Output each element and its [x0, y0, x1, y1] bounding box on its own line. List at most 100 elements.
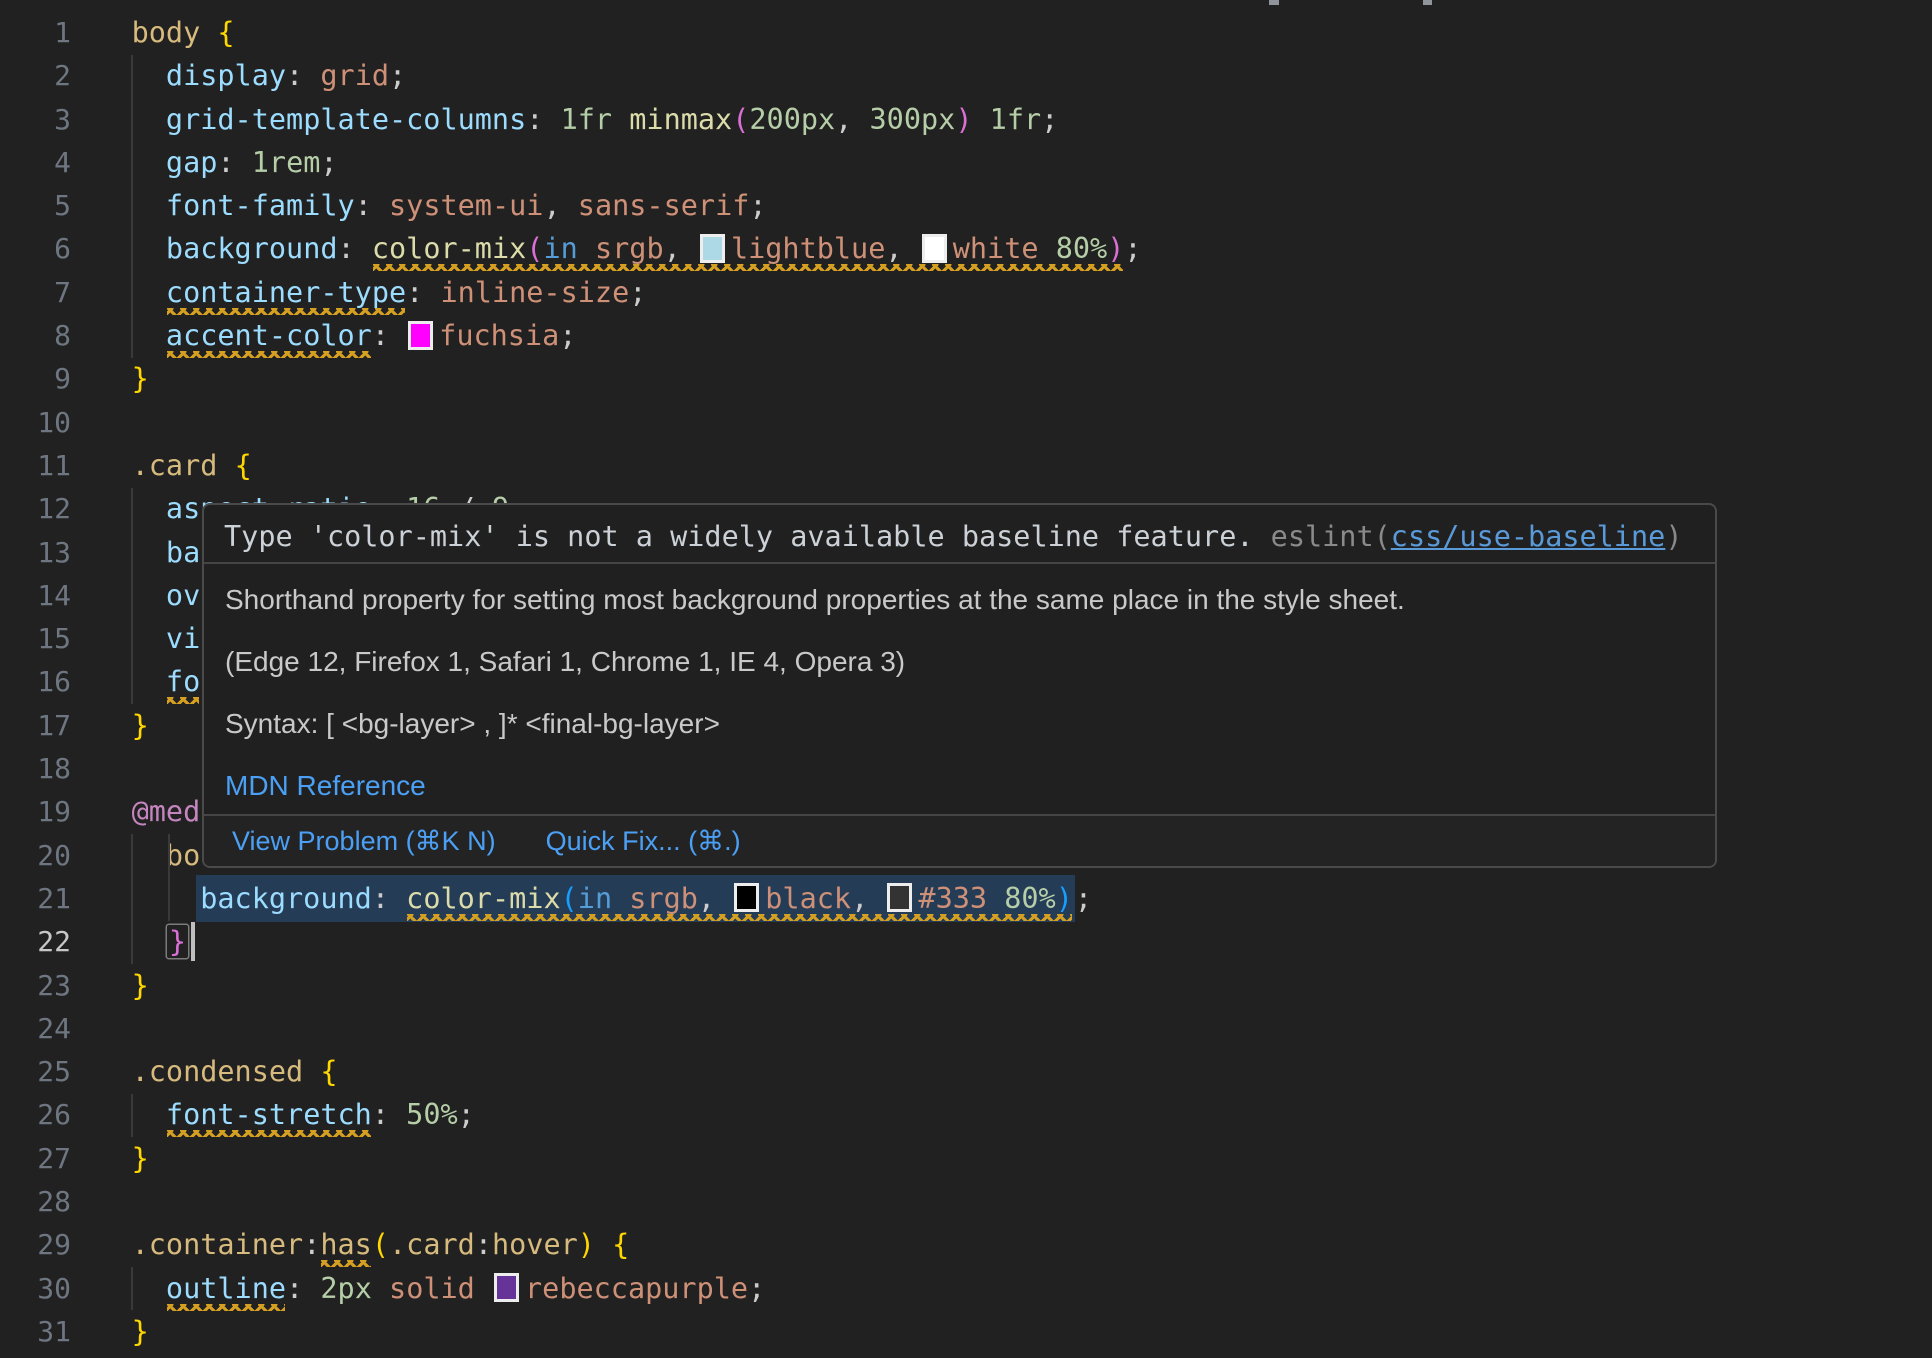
code-token: .card: [389, 1228, 475, 1261]
code-token: [303, 1055, 320, 1088]
indent-guide: [131, 834, 133, 964]
line-number[interactable]: 4: [0, 141, 71, 184]
code-token: ,: [664, 232, 681, 265]
code-token: }: [169, 925, 186, 958]
code-token: [355, 232, 372, 265]
code-line[interactable]: 4 gap: 1rem;: [0, 141, 1932, 184]
code-line[interactable]: 24: [0, 1007, 1932, 1050]
code-token: [868, 882, 885, 915]
line-number[interactable]: 30: [0, 1267, 71, 1310]
code-line[interactable]: 28: [0, 1180, 1932, 1223]
code-token: [303, 1272, 320, 1305]
code-line[interactable]: 7 container-type: inline-size;: [0, 271, 1932, 314]
line-number[interactable]: 20: [0, 834, 71, 877]
code-line[interactable]: 3 grid-template-columns: 1fr minmax(200p…: [0, 98, 1932, 141]
color-swatch-black[interactable]: [734, 883, 759, 912]
line-number[interactable]: 19: [0, 790, 71, 833]
code-line[interactable]: 9}: [0, 357, 1932, 400]
code-line[interactable]: 6 background: color-mix(in srgb, lightbl…: [0, 227, 1932, 270]
code-token: font-family: [166, 189, 355, 222]
line-number[interactable]: 27: [0, 1137, 71, 1180]
code-token: [612, 882, 629, 915]
code-line[interactable]: 8 accent-color: fuchsia;: [0, 314, 1932, 357]
line-number[interactable]: 9: [0, 357, 71, 400]
warning-squiggle-span: outline: [166, 1272, 286, 1305]
code-line[interactable]: 22 }: [0, 920, 1932, 963]
color-swatch-333[interactable]: [887, 883, 912, 912]
code-line[interactable]: 23}: [0, 964, 1932, 1007]
code-token: color-mix: [372, 232, 526, 265]
line-number[interactable]: 3: [0, 98, 71, 141]
clipped-text-fragment: [1423, 0, 1432, 5]
code-line-content: .card {: [132, 444, 252, 487]
code-token: [217, 449, 234, 482]
line-number[interactable]: 26: [0, 1093, 71, 1136]
line-number[interactable]: 1: [0, 11, 71, 54]
line-number[interactable]: 21: [0, 877, 71, 920]
code-token: ): [1107, 232, 1124, 265]
code-token: vi: [166, 622, 200, 655]
code-line-content: ov: [132, 574, 201, 617]
code-token: @med: [132, 795, 201, 828]
color-swatch-white[interactable]: [922, 234, 947, 263]
code-line[interactable]: 2 display: grid;: [0, 54, 1932, 97]
code-line[interactable]: 10: [0, 401, 1932, 444]
code-token: accent-color: [166, 319, 372, 352]
line-number[interactable]: 15: [0, 617, 71, 660]
code-token: (: [526, 232, 543, 265]
color-swatch-rebeccapurple[interactable]: [494, 1273, 519, 1302]
code-token: ,: [851, 882, 868, 915]
code-line[interactable]: 5 font-family: system-ui, sans-serif;: [0, 184, 1932, 227]
line-number[interactable]: 13: [0, 531, 71, 574]
line-number[interactable]: 10: [0, 401, 71, 444]
line-number[interactable]: 6: [0, 227, 71, 270]
code-token: system-ui: [389, 189, 543, 222]
docs-syntax: Syntax: [ <bg-layer> , ]* <final-bg-laye…: [225, 707, 1695, 741]
code-token: (: [561, 882, 578, 915]
code-line[interactable]: 1body {: [0, 11, 1932, 54]
line-number[interactable]: 28: [0, 1180, 71, 1223]
line-number[interactable]: 16: [0, 660, 71, 703]
line-number[interactable]: 24: [0, 1007, 71, 1050]
line-number[interactable]: 23: [0, 964, 71, 1007]
line-number[interactable]: 29: [0, 1223, 71, 1266]
line-number[interactable]: 12: [0, 487, 71, 530]
view-problem-button[interactable]: View Problem (⌘K N): [232, 826, 496, 857]
code-line[interactable]: 21 background: color-mix(in srgb, black,…: [0, 877, 1932, 920]
quick-fix-button[interactable]: Quick Fix... (⌘.): [546, 826, 741, 857]
code-token: [132, 882, 201, 915]
code-token: ;: [1041, 103, 1058, 136]
code-token: srgb: [595, 232, 664, 265]
code-line[interactable]: 29.container:has(.card:hover) {: [0, 1223, 1932, 1266]
code-line-content: font-family: system-ui, sans-serif;: [132, 184, 767, 227]
line-number[interactable]: 22: [0, 920, 71, 963]
line-number[interactable]: 17: [0, 704, 71, 747]
lint-rule-link[interactable]: css/use-baseline: [1391, 520, 1666, 553]
line-number[interactable]: 8: [0, 314, 71, 357]
code-line[interactable]: 11 .card {: [0, 444, 1932, 487]
code-token: white: [953, 232, 1039, 265]
code-token: :: [475, 1228, 492, 1261]
code-line[interactable]: 25.condensed {: [0, 1050, 1932, 1093]
code-line[interactable]: 26 font-stretch: 50%;: [0, 1093, 1932, 1136]
line-number[interactable]: 14: [0, 574, 71, 617]
color-swatch-lightblue[interactable]: [700, 234, 725, 263]
line-number[interactable]: 7: [0, 271, 71, 314]
code-token: bo: [166, 839, 200, 872]
line-number[interactable]: 31: [0, 1310, 71, 1353]
code-line-content: }: [132, 704, 149, 747]
code-token: solid: [389, 1272, 475, 1305]
line-number[interactable]: 2: [0, 54, 71, 97]
mdn-reference-link[interactable]: MDN Reference: [225, 769, 1695, 803]
code-line[interactable]: 27}: [0, 1137, 1932, 1180]
code-token: hover: [492, 1228, 578, 1261]
line-number[interactable]: 5: [0, 184, 71, 227]
code-token: 50%: [406, 1098, 457, 1131]
code-line[interactable]: 30 outline: 2px solid rebeccapurple;: [0, 1267, 1932, 1310]
line-number[interactable]: 18: [0, 747, 71, 790]
line-number[interactable]: 25: [0, 1050, 71, 1093]
line-number[interactable]: 11: [0, 444, 71, 487]
code-line[interactable]: 31}: [0, 1310, 1932, 1353]
code-line-content: vi: [132, 617, 201, 660]
color-swatch-fuchsia[interactable]: [408, 321, 433, 350]
